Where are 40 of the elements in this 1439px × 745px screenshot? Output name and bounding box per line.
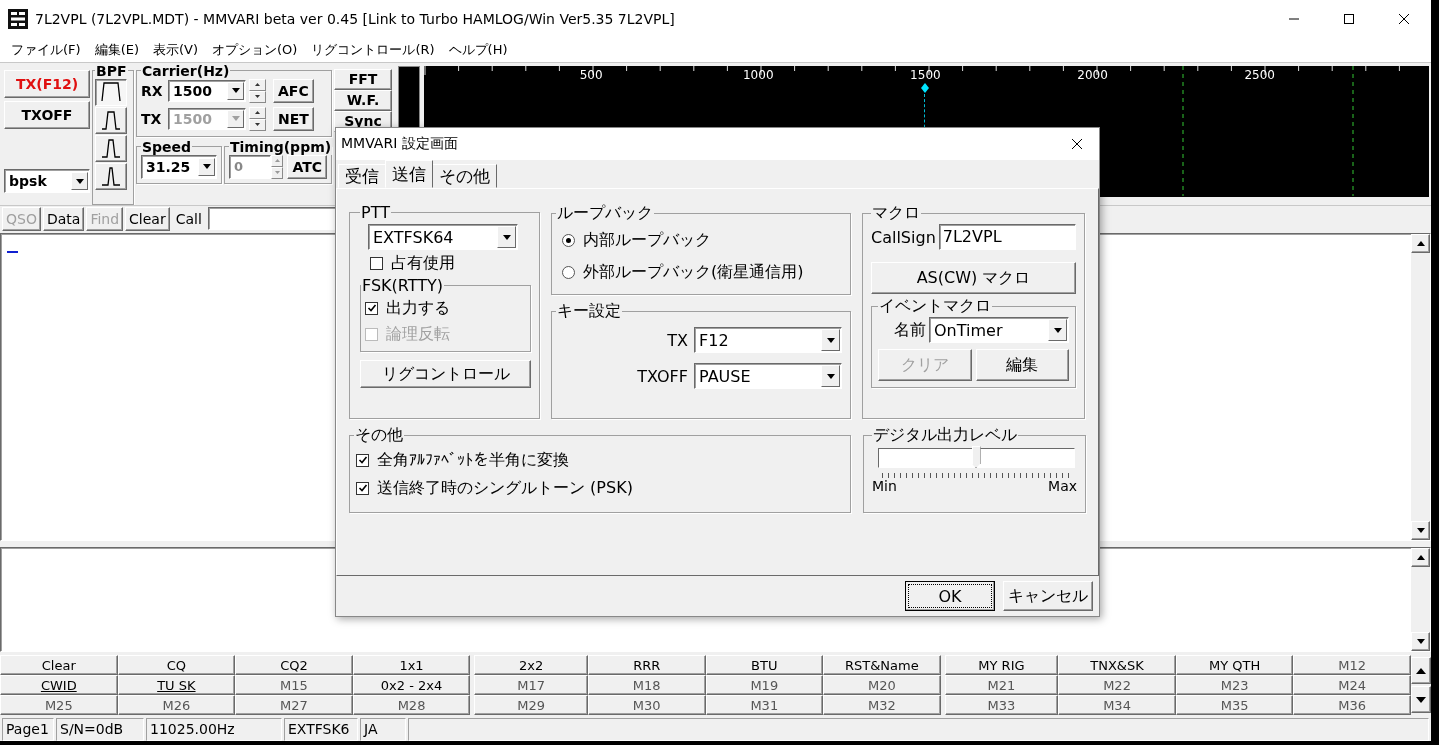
- scale-label: 500: [579, 67, 603, 82]
- group-label: BPF: [95, 62, 128, 79]
- group-label: イベントマクロ: [878, 296, 992, 317]
- group-label: Carrier(Hz): [141, 62, 231, 79]
- group-label: Speed: [141, 138, 193, 155]
- field-label: TX: [667, 330, 688, 350]
- scale-label: 1500: [910, 67, 941, 82]
- checkbox-label: 全角ｱﾙﾌｧﾍﾞｯﾄを半角に変換: [377, 449, 569, 471]
- checkbox-label: 占有使用: [391, 252, 455, 274]
- max-label: Max: [1048, 478, 1077, 494]
- radio-label: 内部ループバック: [583, 229, 711, 251]
- checkbox-label: 論理反転: [386, 323, 450, 345]
- row-label: TX: [141, 110, 163, 127]
- status-field: EXTFSK6: [284, 718, 358, 741]
- group-label: Timing(ppm): [229, 138, 333, 155]
- radio-label: 外部ループバック(衛星通信用): [583, 261, 804, 283]
- group-label: キー設定: [556, 301, 622, 322]
- group-label: PTT: [360, 203, 391, 222]
- field-label: 名前: [893, 319, 926, 341]
- checkbox-label: 出力する: [386, 297, 450, 319]
- group-label: FSK(RTTY): [361, 276, 445, 295]
- status-field: 11025.00Hz: [146, 718, 282, 741]
- group-label: その他: [354, 425, 404, 446]
- status-field: S/N=0dB: [56, 718, 144, 741]
- scale-label: 1000: [743, 67, 774, 82]
- group-label: デジタル出力レベル: [872, 425, 1018, 446]
- status-field: Page1: [2, 718, 54, 741]
- scale-label: 2500: [1244, 67, 1275, 82]
- field-label: CallSign: [871, 227, 936, 247]
- field-label: TXOFF: [637, 366, 688, 386]
- call-label: Call: [174, 210, 203, 227]
- window-title: 7L2VPL (7L2VPL.MDT) - MMVARI beta ver 0.45 [Link to Turbo HAMLOG/Win Ver5.35 7L2VPL]: [35, 11, 675, 27]
- status-field: JA: [360, 718, 406, 741]
- row-label: RX: [141, 82, 164, 99]
- checkbox-label: 送信終了時のシングルトーン (PSK): [377, 477, 633, 499]
- scale-label: 2000: [1077, 67, 1108, 82]
- dialog-title: MMVARI 設定画面: [341, 135, 458, 153]
- group-label: マクロ: [871, 203, 921, 224]
- group-label: ループバック: [556, 203, 654, 224]
- min-label: Min: [872, 478, 897, 494]
